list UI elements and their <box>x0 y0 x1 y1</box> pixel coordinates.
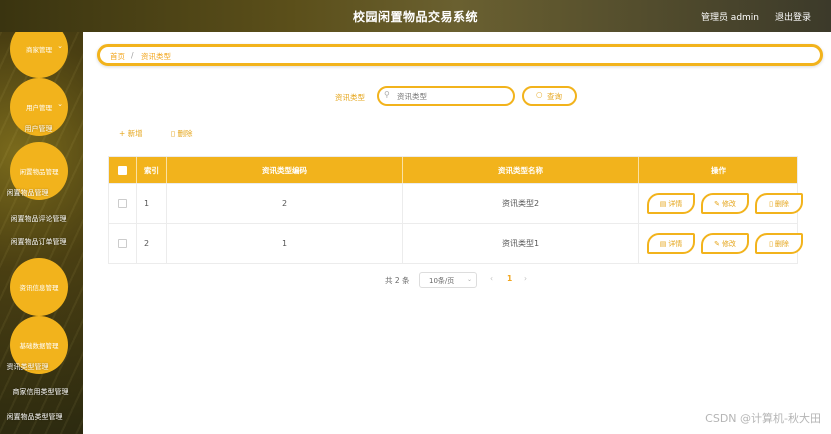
page-size-value: 10条/页 <box>429 277 455 285</box>
plus-icon: + <box>119 129 126 138</box>
sidebar-group-label: 基础数据管理 <box>19 342 59 350</box>
document-icon: ▤ <box>659 199 667 208</box>
column-header-index: 索引 <box>137 157 167 183</box>
main-content: 首页 / 资讯类型 资讯类型 ⚲ ○ 查询 + 新增 ▯ 删除 索引 资讯类型编… <box>83 32 831 434</box>
cell-name: 资讯类型2 <box>403 184 639 223</box>
detail-button[interactable]: ▤ 详情 <box>647 233 695 254</box>
detail-button-label: 详情 <box>668 239 683 248</box>
sidebar-item-item-orders[interactable]: 闲置物品订单管理 <box>0 237 80 247</box>
trash-icon: ▯ <box>171 129 176 138</box>
page-size-select[interactable]: 10条/页 ⌄ <box>419 272 477 288</box>
sidebar: 商家管理 ⌄ 用户管理 ⌄ 用户管理 闲置物品管理 闲置物品管理 闲置物品评论管… <box>0 32 83 434</box>
sidebar-group-news[interactable]: 资讯信息管理 <box>10 258 68 316</box>
edit-button-label: 修改 <box>721 199 736 208</box>
breadcrumb-home[interactable]: 首页 <box>110 51 125 62</box>
row-delete-button-label: 删除 <box>774 199 789 208</box>
edit-icon: ✎ <box>714 199 720 208</box>
detail-button-label: 详情 <box>668 199 683 208</box>
cell-code: 1 <box>167 224 403 263</box>
search-icon: ○ <box>536 90 543 99</box>
chevron-down-icon: ⌄ <box>57 42 63 50</box>
add-button[interactable]: + 新增 <box>119 128 143 139</box>
logout-link[interactable]: 退出登录 <box>775 10 811 23</box>
search-button-label: 查询 <box>547 92 562 101</box>
row-delete-button-label: 删除 <box>774 239 789 248</box>
cell-index: 2 <box>137 224 167 263</box>
search-input-wrapper[interactable]: ⚲ <box>377 86 515 106</box>
column-header-code: 资讯类型编码 <box>167 157 403 183</box>
cell-actions: ▤ 详情 ✎ 修改 ▯ 删除 <box>639 184 803 223</box>
table-row: 2 1 资讯类型1 ▤ 详情 ✎ 修改 ▯ 删除 <box>109 223 803 263</box>
row-delete-button[interactable]: ▯ 删除 <box>755 233 803 254</box>
sidebar-group-merchant[interactable]: 商家管理 ⌄ <box>10 32 68 78</box>
column-header-actions: 操作 <box>639 157 799 183</box>
edit-button-label: 修改 <box>721 239 736 248</box>
admin-label: 管理员 admin <box>700 13 759 23</box>
delete-button-label: 删除 <box>177 129 193 138</box>
sidebar-group-label: 闲置物品管理 <box>19 168 59 176</box>
sidebar-item-credit-types[interactable]: 商家信用类型管理 <box>0 387 82 397</box>
next-page-button[interactable]: › <box>524 274 527 283</box>
header-checkbox-cell <box>109 157 137 183</box>
search-label: 资讯类型 <box>335 93 365 102</box>
search-button[interactable]: ○ 查询 <box>522 86 577 106</box>
sidebar-group-label: 资讯信息管理 <box>19 284 59 292</box>
sidebar-item-user-management[interactable]: 用户管理 <box>0 124 80 134</box>
trash-icon: ▯ <box>769 199 773 208</box>
breadcrumb-current: 资讯类型 <box>141 52 171 61</box>
sidebar-item-news-types[interactable]: 资讯类型管理 <box>0 362 69 372</box>
table-row: 1 2 资讯类型2 ▤ 详情 ✎ 修改 ▯ 删除 <box>109 183 803 223</box>
table-header: 索引 资讯类型编码 资讯类型名称 操作 <box>109 157 799 183</box>
sidebar-item-item-types[interactable]: 闲置物品类型管理 <box>0 412 76 422</box>
search-icon: ⚲ <box>384 90 390 99</box>
cell-index: 1 <box>137 184 167 223</box>
top-header: 校园闲置物品交易系统 管理员 admin 退出登录 <box>0 0 831 32</box>
sidebar-item-idle-items[interactable]: 闲置物品管理 <box>0 188 69 198</box>
edit-icon: ✎ <box>714 239 720 248</box>
chevron-down-icon: ⌄ <box>57 100 63 108</box>
cell-name: 资讯类型1 <box>403 224 639 263</box>
page-number-1[interactable]: 1 <box>507 274 512 283</box>
row-checkbox[interactable] <box>118 239 127 248</box>
select-all-checkbox[interactable] <box>118 165 127 175</box>
sidebar-item-item-comments[interactable]: 闲置物品评论管理 <box>0 214 80 224</box>
cell-actions: ▤ 详情 ✎ 修改 ▯ 删除 <box>639 224 803 263</box>
row-checkbox-cell <box>109 224 137 263</box>
edit-button[interactable]: ✎ 修改 <box>701 193 749 214</box>
watermark: CSDN @计算机-秋大田 <box>705 412 821 425</box>
row-delete-button[interactable]: ▯ 删除 <box>755 193 803 214</box>
cell-code: 2 <box>167 184 403 223</box>
delete-button[interactable]: ▯ 删除 <box>171 128 193 139</box>
row-checkbox-cell <box>109 184 137 223</box>
row-checkbox[interactable] <box>118 199 127 208</box>
add-button-label: 新增 <box>127 129 143 138</box>
edit-button[interactable]: ✎ 修改 <box>701 233 749 254</box>
chevron-down-icon: ⌄ <box>466 276 472 283</box>
detail-button[interactable]: ▤ 详情 <box>647 193 695 214</box>
breadcrumb-separator: / <box>131 51 134 60</box>
trash-icon: ▯ <box>769 239 773 248</box>
column-header-name: 资讯类型名称 <box>403 157 639 183</box>
pagination-total: 共 2 条 <box>385 276 410 285</box>
document-icon: ▤ <box>659 239 667 248</box>
data-table: 索引 资讯类型编码 资讯类型名称 操作 1 2 资讯类型2 ▤ 详情 ✎ 修改 ▯ 删… <box>108 156 803 264</box>
search-input[interactable] <box>397 90 507 102</box>
breadcrumb: 首页 / 资讯类型 <box>97 44 823 66</box>
prev-page-button[interactable]: ‹ <box>490 274 493 283</box>
pagination: 共 2 条 10条/页 ⌄ ‹ 1 › <box>385 272 545 288</box>
